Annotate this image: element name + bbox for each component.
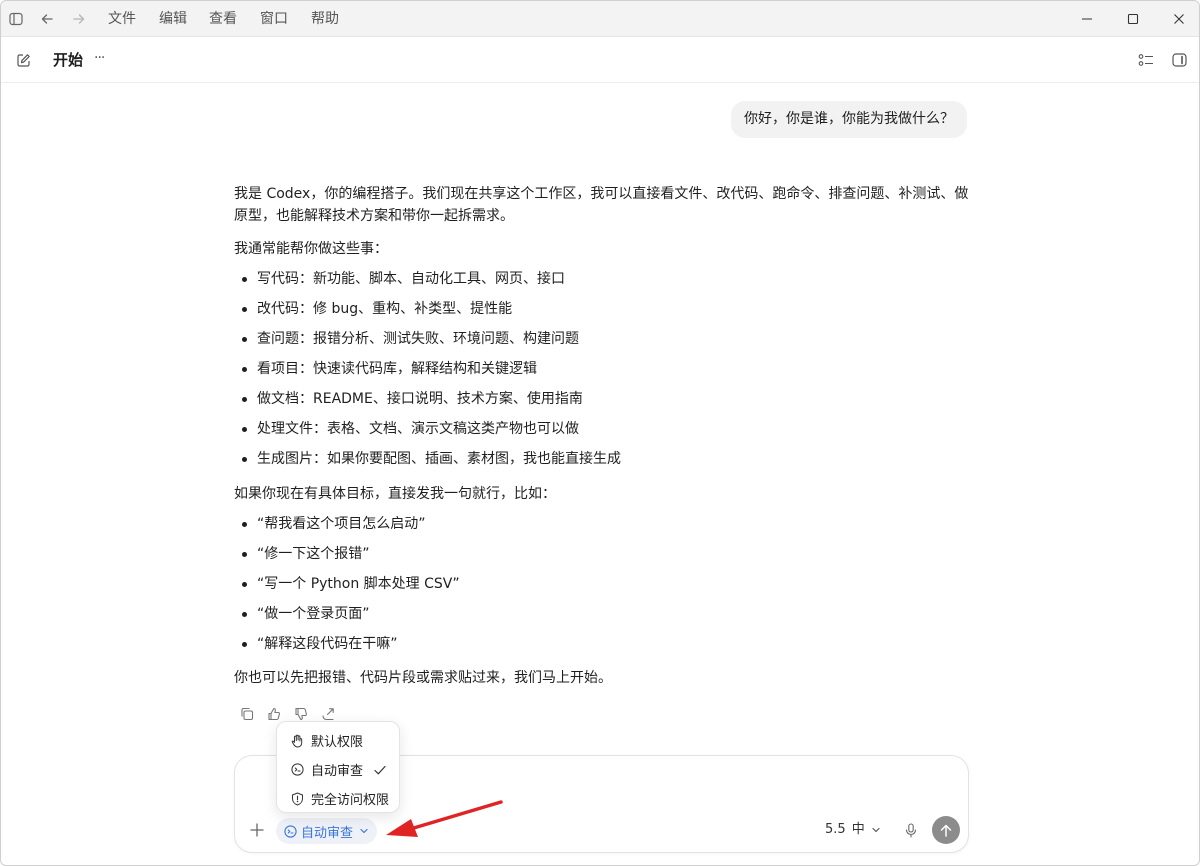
list-item: 处理文件：表格、文档、演示文稿这类产物也可以做 bbox=[234, 414, 969, 444]
examples-list: “帮我看这个项目怎么启动” “修一下这个报错” “写一个 Python 脚本处理… bbox=[234, 509, 969, 659]
auto-review-icon bbox=[284, 824, 297, 838]
menu-window[interactable]: 窗口 bbox=[260, 10, 288, 28]
list-item: 生成图片：如果你要配图、插画、素材图，我也能直接生成 bbox=[234, 444, 969, 474]
list-item: “解释这段代码在干嘛” bbox=[234, 629, 969, 659]
list-item: 写代码：新功能、脚本、自动化工具、网页、接口 bbox=[234, 264, 969, 294]
menu-item-label: 自动审查 bbox=[311, 764, 364, 779]
app-window: 文件 编辑 查看 窗口 帮助 开始 ··· 你好，你是谁，你能为我做什么？ 我是… bbox=[0, 0, 1200, 866]
chevron-down-icon bbox=[871, 825, 881, 835]
reply-list-heading: 我通常能帮你做这些事： bbox=[234, 241, 388, 257]
list-item: 做文档：README、接口说明、技术方案、使用指南 bbox=[234, 384, 969, 414]
list-item: “写一个 Python 脚本处理 CSV” bbox=[234, 569, 969, 599]
model-selector[interactable]: 5.5 中 bbox=[825, 820, 881, 840]
menu-view[interactable]: 查看 bbox=[209, 10, 237, 28]
examples-heading: 如果你现在有具体目标，直接发我一句就行，比如： bbox=[234, 486, 556, 502]
menu-file[interactable]: 文件 bbox=[108, 10, 136, 28]
list-item: 查问题：报错分析、测试失败、环境问题、构建问题 bbox=[234, 324, 969, 354]
user-message-bubble: 你好，你是谁，你能为我做什么？ bbox=[731, 101, 967, 138]
copy-icon[interactable] bbox=[238, 705, 256, 723]
menu-item-auto-review[interactable]: 自动审查 bbox=[277, 755, 399, 784]
microphone-icon[interactable] bbox=[901, 820, 921, 840]
alert-shield-icon bbox=[290, 792, 304, 806]
list-item: “修一下这个报错” bbox=[234, 539, 969, 569]
reply-intro: 我是 Codex，你的编程搭子。我们现在共享这个工作区，我可以直接看文件、改代码… bbox=[234, 186, 969, 224]
sidebar-toggle-icon[interactable] bbox=[7, 10, 25, 28]
menu-item-default-permission[interactable]: 默认权限 bbox=[277, 726, 399, 755]
menu-edit[interactable]: 编辑 bbox=[159, 10, 187, 28]
send-button[interactable] bbox=[932, 816, 960, 844]
list-item: “帮我看这个项目怎么启动” bbox=[234, 509, 969, 539]
thumbs-up-icon[interactable] bbox=[265, 705, 283, 723]
hand-icon bbox=[290, 734, 304, 748]
forward-arrow-icon[interactable] bbox=[70, 10, 88, 28]
minimize-icon[interactable] bbox=[1078, 10, 1096, 28]
assistant-reply: 我是 Codex，你的编程搭子。我们现在共享这个工作区，我可以直接看文件、改代码… bbox=[234, 183, 969, 689]
list-item: 改代码：修 bug、重构、补类型、提性能 bbox=[234, 294, 969, 324]
new-chat-icon[interactable] bbox=[14, 51, 32, 69]
maximize-icon[interactable] bbox=[1124, 10, 1142, 28]
more-options-button[interactable]: ··· bbox=[94, 50, 105, 66]
annotation-arrow bbox=[386, 800, 503, 837]
menu-item-label: 默认权限 bbox=[311, 735, 364, 750]
chevron-down-icon bbox=[359, 826, 369, 836]
close-icon[interactable] bbox=[1170, 10, 1188, 28]
list-item: “做一个登录页面” bbox=[234, 599, 969, 629]
reply-closing: 你也可以先把报错、代码片段或需求贴过来，我们马上开始。 bbox=[234, 670, 612, 686]
auto-review-icon bbox=[290, 763, 304, 777]
checkmark-icon bbox=[373, 763, 387, 777]
add-attachment-icon[interactable] bbox=[247, 820, 267, 840]
menu-help[interactable]: 帮助 bbox=[311, 10, 339, 28]
permission-selector-button[interactable]: 自动审查 bbox=[276, 818, 378, 844]
menu-item-label: 完全访问权限 bbox=[311, 793, 390, 808]
list-item: 看项目：快速读代码库，解释结构和关键逻辑 bbox=[234, 354, 969, 384]
task-list-icon[interactable] bbox=[1137, 51, 1155, 69]
page-title: 开始 bbox=[53, 51, 84, 69]
reasoning-level: 中 bbox=[851, 822, 865, 837]
model-version: 5.5 bbox=[825, 822, 846, 837]
side-panel-icon[interactable] bbox=[1170, 51, 1188, 69]
arrow-up-icon bbox=[940, 824, 952, 837]
back-arrow-icon[interactable] bbox=[38, 10, 56, 28]
toolbar: 开始 ··· bbox=[1, 37, 1199, 83]
permission-label: 自动审查 bbox=[301, 825, 354, 841]
title-bar: 文件 编辑 查看 窗口 帮助 bbox=[1, 1, 1199, 37]
capabilities-list: 写代码：新功能、脚本、自动化工具、网页、接口 改代码：修 bug、重构、补类型、… bbox=[234, 264, 969, 474]
